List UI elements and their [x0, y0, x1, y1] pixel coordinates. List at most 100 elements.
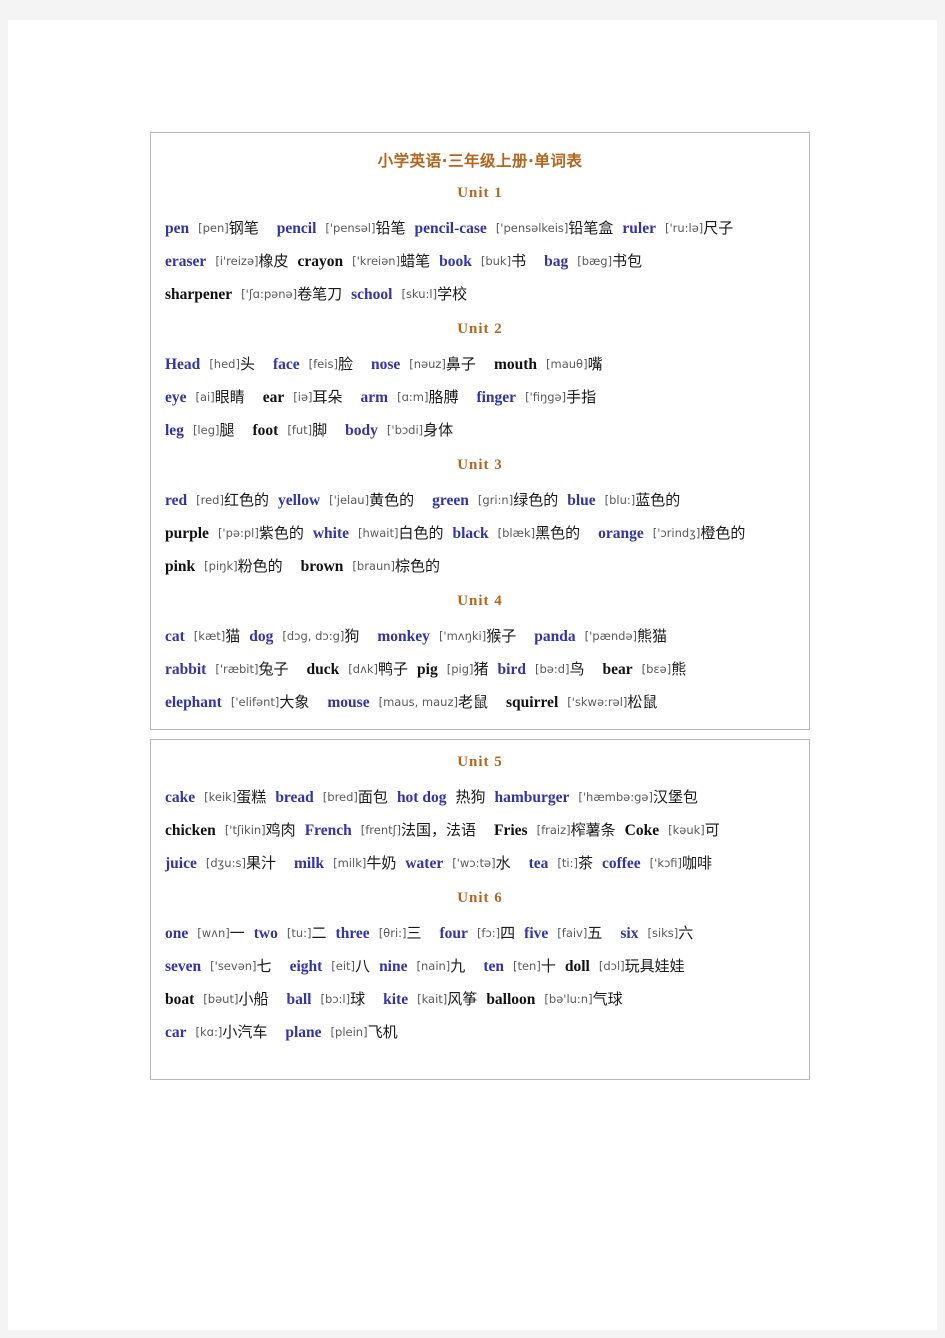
vocab-word: ruler: [622, 220, 656, 237]
unit-heading: Unit 1: [457, 185, 503, 201]
vocab-phonetic: [plein]: [330, 1025, 368, 1039]
unit-heading: Unit 6: [457, 890, 503, 906]
vocab-translation: 榨薯条: [570, 821, 616, 839]
vocab-phonetic: [piŋk]: [204, 559, 238, 573]
vocab-translation: 鼻子: [445, 355, 476, 373]
vocab-phonetic: ['ru:lə]: [664, 221, 704, 235]
vocab-phonetic: [fraiz]: [536, 823, 571, 837]
vocab-phonetic: [fut]: [287, 423, 313, 437]
unit-group-2: Unit 5 cake [keik]蛋糕 bread [bred]面包 hot dog 热狗…: [165, 754, 795, 1049]
vocab-phonetic: [ti:]: [557, 856, 578, 870]
unit-box-2: Unit 5 cake [keik]蛋糕 bread [bred]面包 hot dog 热狗…: [150, 739, 810, 1080]
vocab-phonetic: [hwait]: [358, 526, 399, 540]
vocab-phonetic: [dɔl]: [598, 959, 625, 973]
vocab-word: orange: [598, 525, 644, 542]
vocab-phonetic: [tu:]: [286, 926, 312, 940]
vocab-word: face: [272, 356, 300, 373]
vocab-word: boat: [165, 991, 195, 1008]
vocab-word: cat: [165, 628, 185, 645]
vocab-translation: 蓝色的: [635, 491, 681, 509]
vocab-translation: 九: [450, 957, 466, 975]
vocab-phonetic: [blæk]: [497, 526, 536, 540]
vocab-word: pencil: [276, 220, 317, 237]
vocab-translation: 脸: [337, 355, 353, 373]
vocab-word: dog: [249, 628, 274, 645]
vocab-phonetic: [θri:]: [378, 926, 407, 940]
vocab-translation: 钢笔: [228, 219, 259, 237]
vocab-translation: 球: [350, 990, 366, 1008]
vocab-phonetic: ['ɔrindʒ]: [652, 526, 701, 540]
vocab-word: elephant: [165, 694, 222, 711]
unit-heading: Unit 3: [457, 457, 503, 473]
vocab-translation: 猴子: [486, 627, 517, 645]
word-line: cat [kæt]猫 dog [dɔg, dɔ:g]狗 monkey ['mʌŋki]猴子…: [165, 620, 795, 653]
vocab-translation: 身体: [423, 421, 454, 439]
word-line: boat [bəut]小船 ball [bɔ:l]球 kite [kait]风筝 ballo…: [165, 983, 795, 1016]
vocab-translation: 蜡笔: [400, 252, 431, 270]
word-line: elephant ['elifənt]大象 mouse [maus, mauz]老鼠 s…: [165, 686, 795, 719]
vocab-word: juice: [165, 855, 197, 872]
vocab-phonetic: [kait]: [417, 992, 448, 1006]
vocab-translation: 茶: [577, 854, 593, 872]
vocab-word: mouth: [493, 356, 538, 373]
vocab-translation: 风筝: [447, 990, 478, 1008]
vocab-translation: 狗: [344, 627, 360, 645]
unit-heading: Unit 2: [457, 321, 503, 337]
vocab-phonetic: [bəut]: [203, 992, 239, 1006]
vocab-translation: 果汁: [245, 854, 276, 872]
vocab-phonetic: [ɑ:m]: [397, 390, 429, 404]
word-line: purple ['pə:pl]紫色的 white [hwait]白色的 black [bl…: [165, 517, 795, 550]
vocab-translation: 尺子: [703, 219, 734, 237]
vocab-phonetic: ['pændə]: [584, 629, 638, 643]
vocab-translation: 猪: [473, 660, 489, 678]
word-line: leg [leg]腿 foot [fut]脚 body ['bɔdi]身体: [165, 414, 795, 447]
vocab-translation: 可: [704, 821, 720, 839]
vocab-phonetic: ['elifənt]: [230, 695, 280, 709]
vocab-phonetic: [braun]: [352, 559, 396, 573]
vocab-phonetic: [nain]: [416, 959, 451, 973]
vocab-translation: 汉堡包: [652, 788, 698, 806]
vocab-phonetic: ['pensəl]: [325, 221, 376, 235]
vocab-translation: 卷笔刀: [297, 285, 343, 303]
vocab-translation: 牛奶: [366, 854, 397, 872]
vocab-phonetic: ['fiŋgə]: [525, 390, 567, 404]
vocab-word: crayon: [297, 253, 344, 270]
vocab-translation: 黑色的: [535, 524, 581, 542]
vocab-phonetic: [frentʃ]: [360, 823, 401, 837]
vocab-phonetic: ['tʃikin]: [224, 823, 266, 837]
vocab-word: duck: [306, 661, 340, 678]
vocab-translation: 大象: [279, 693, 310, 711]
vocab-translation: 老鼠: [457, 693, 488, 711]
vocab-word: green: [432, 492, 469, 509]
vocab-phonetic: [maus, mauz]: [378, 695, 458, 709]
vocab-word: chicken: [165, 822, 216, 839]
vocab-word: pencil-case: [414, 220, 487, 237]
vocab-translation: 蛋糕: [236, 788, 267, 806]
vocab-word: white: [312, 525, 350, 542]
word-line: pen [pen]钢笔 pencil ['pensəl]铅笔 pencil-case ['…: [165, 212, 795, 245]
vocab-phonetic: [ten]: [512, 959, 541, 973]
vocab-translation: 松鼠: [627, 693, 658, 711]
vocab-phonetic: [pig]: [446, 662, 474, 676]
vocab-translation: 咖啡: [682, 854, 713, 872]
vocab-word: monkey: [377, 628, 430, 645]
vocab-translation: 红色的: [223, 491, 269, 509]
vocab-translation: 七: [256, 957, 272, 975]
vocab-word: sharpener: [165, 286, 233, 303]
vocab-translation: 十: [540, 957, 556, 975]
vocab-translation: 书包: [612, 252, 643, 270]
vocab-word: four: [439, 925, 468, 942]
vocab-word: Coke: [624, 822, 660, 839]
vocab-translation: 铅笔: [375, 219, 406, 237]
vocab-translation: 橡皮: [258, 252, 289, 270]
vocab-phonetic: [nəuz]: [409, 357, 446, 371]
vocab-phonetic: ['ræbit]: [215, 662, 259, 676]
vocab-word: mouse: [327, 694, 370, 711]
vocab-word: milk: [293, 855, 325, 872]
vocab-phonetic: [pen]: [198, 221, 229, 235]
word-line: pink [piŋk]粉色的 brown [braun]棕色的: [165, 550, 795, 583]
vocab-translation: 面包: [357, 788, 388, 806]
vocab-phonetic: [dʌk]: [348, 662, 379, 676]
vocab-translation: 白色的: [398, 524, 444, 542]
vocab-word: French: [304, 822, 352, 839]
